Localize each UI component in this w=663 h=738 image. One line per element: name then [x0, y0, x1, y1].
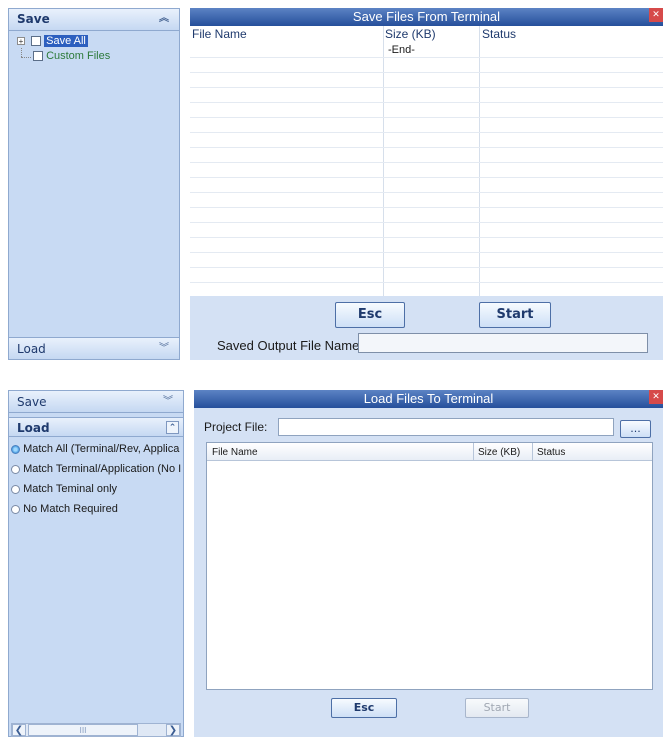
start-button[interactable]: Start — [465, 698, 529, 718]
radio-label: No Match Required — [23, 503, 118, 515]
table-row-line — [190, 147, 663, 148]
window-title: Save Files From Terminal — [352, 9, 501, 24]
radio-button[interactable] — [11, 504, 20, 514]
col-divider-1 — [383, 26, 384, 296]
table-row-line — [190, 57, 663, 58]
radio-label: Match All (Terminal/Rev, Applica — [23, 443, 180, 455]
table-row-line — [190, 252, 663, 253]
table-row-line — [190, 207, 663, 208]
row-size: -End- — [388, 44, 415, 56]
table-row-line — [190, 162, 663, 163]
load-window: Save ︾ Load ⌃ Match All (Terminal/Rev, A… — [0, 380, 663, 738]
grid-header: File Name Size (KB) Status — [190, 26, 663, 42]
action-area: Esc Start Saved Output File Name — [190, 296, 663, 360]
horizontal-scrollbar[interactable]: ❮ III ❯ — [11, 723, 181, 737]
col-header-file-name[interactable]: File Name — [192, 27, 247, 41]
radio-option[interactable]: Match Teminal only — [11, 483, 181, 499]
col-divider-1 — [473, 443, 474, 461]
table-row[interactable]: -End- — [190, 42, 663, 58]
chevron-up-icon[interactable]: ︽ — [159, 9, 169, 29]
output-file-field[interactable] — [358, 333, 648, 353]
col-header-status[interactable]: Status — [482, 27, 516, 41]
radio-label: Match Teminal only — [23, 483, 118, 495]
nav-header-save[interactable]: Save ︽ — [9, 9, 179, 31]
grid-header: File Name Size (KB) Status — [207, 443, 652, 461]
custom-files-checkbox[interactable] — [33, 51, 43, 62]
nav-panel: Save ︽ + Save All Custom Files Load ︾ — [8, 8, 180, 360]
files-grid: File Name Size (KB) Status — [206, 442, 653, 690]
nav-header-save[interactable]: Save ︾ — [9, 391, 183, 413]
output-file-label: Saved Output File Name — [217, 338, 360, 353]
radio-button[interactable] — [11, 484, 20, 494]
window-title-bar: Load Files To Terminal ✕ — [194, 390, 663, 408]
radio-option[interactable]: No Match Required — [11, 503, 181, 519]
table-row-line — [190, 132, 663, 133]
table-row-line — [190, 192, 663, 193]
col-divider-2 — [479, 26, 480, 296]
col-divider-2 — [532, 443, 533, 461]
radio-option[interactable]: Match Terminal/Application (No I — [11, 463, 181, 479]
nav-header-load[interactable]: Load ⌃ — [9, 417, 183, 437]
table-row-line — [190, 117, 663, 118]
window-title: Load Files To Terminal — [363, 391, 494, 406]
load-main: Load Files To Terminal ✕ Project File: .… — [194, 390, 663, 737]
expand-icon[interactable]: + — [17, 37, 25, 46]
start-button[interactable]: Start — [479, 302, 551, 328]
save-all-checkbox[interactable] — [31, 36, 42, 47]
nav-header-load[interactable]: Load ︾ — [9, 337, 179, 359]
tree-item-save-all[interactable]: + Save All — [17, 35, 167, 49]
browse-button[interactable]: ... — [620, 420, 651, 438]
col-header-size[interactable]: Size (KB) — [385, 27, 436, 41]
nav-header-save-label: Save — [17, 12, 50, 26]
table-row-line — [190, 72, 663, 73]
table-row-line — [190, 237, 663, 238]
nav-header-load-label: Load — [17, 421, 50, 435]
scroll-right-icon[interactable]: ❯ — [166, 724, 180, 736]
tree-connector-h — [21, 57, 31, 58]
custom-files-label[interactable]: Custom Files — [46, 50, 110, 62]
nav-header-save-label: Save — [17, 395, 47, 409]
esc-button[interactable]: Esc — [331, 698, 397, 718]
tree-item-custom-files[interactable]: Custom Files — [33, 50, 173, 64]
project-file-label: Project File: — [204, 420, 268, 434]
scroll-left-icon[interactable]: ❮ — [12, 724, 26, 736]
radio-label: Match Terminal/Application (No I — [23, 463, 181, 475]
save-window: Save ︽ + Save All Custom Files Load ︾ Sa… — [0, 0, 663, 370]
save-all-label[interactable]: Save All — [44, 35, 88, 47]
window-title-bar: Save Files From Terminal ✕ — [190, 8, 663, 26]
esc-button[interactable]: Esc — [335, 302, 405, 328]
radio-button[interactable] — [11, 464, 20, 474]
project-file-input[interactable] — [278, 418, 614, 436]
close-icon[interactable]: ✕ — [649, 8, 663, 22]
files-grid: File Name Size (KB) Status -End- — [190, 26, 663, 296]
col-header-file-name[interactable]: File Name — [212, 447, 258, 458]
tree-connector — [21, 48, 22, 57]
table-row-line — [190, 282, 663, 283]
radio-button[interactable] — [11, 444, 20, 454]
table-row-line — [190, 102, 663, 103]
scrollbar-thumb[interactable]: III — [28, 724, 138, 736]
chevron-down-icon[interactable]: ︾ — [159, 338, 169, 360]
col-header-size[interactable]: Size (KB) — [478, 447, 520, 458]
chevron-down-icon[interactable]: ︾ — [163, 391, 173, 413]
table-row-line — [190, 222, 663, 223]
table-row-line — [190, 87, 663, 88]
radio-option[interactable]: Match All (Terminal/Rev, Applica — [11, 443, 181, 459]
nav-panel-load: Save ︾ Load ⌃ Match All (Terminal/Rev, A… — [8, 390, 184, 737]
close-icon[interactable]: ✕ — [649, 390, 663, 404]
nav-header-load-label: Load — [17, 342, 46, 356]
table-row-line — [190, 177, 663, 178]
collapse-up-icon[interactable]: ⌃ — [166, 421, 179, 434]
table-row-line — [190, 267, 663, 268]
col-header-status[interactable]: Status — [537, 447, 565, 458]
